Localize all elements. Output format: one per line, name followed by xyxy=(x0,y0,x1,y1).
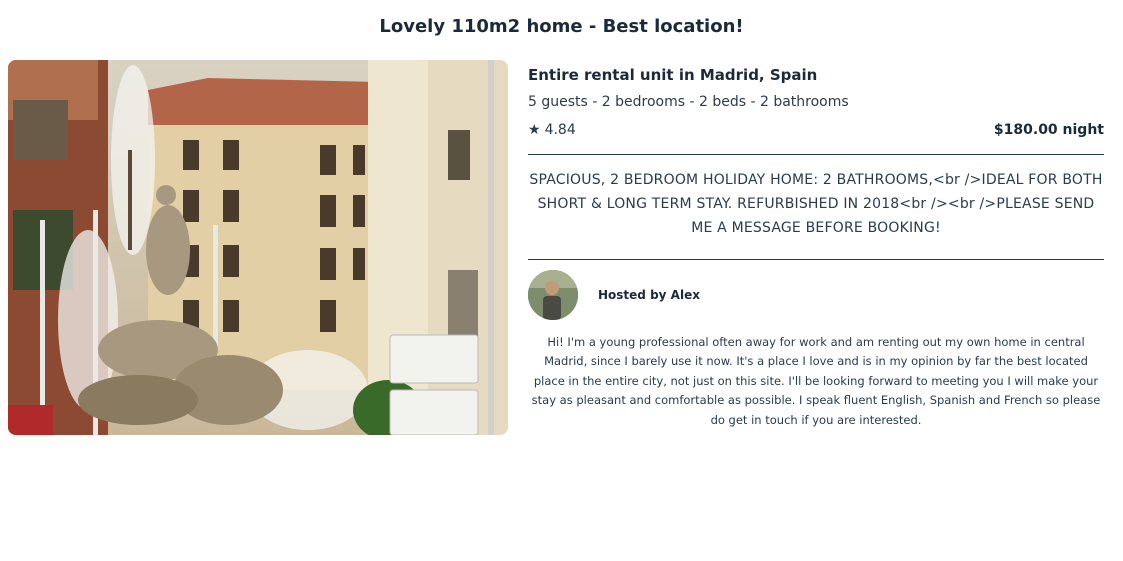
unit-specs: 5 guests - 2 bedrooms - 2 beds - 2 bathr… xyxy=(528,94,849,110)
host-name: Hosted by Alex xyxy=(598,288,700,302)
price: $180.00 night xyxy=(993,122,1104,138)
divider xyxy=(528,154,1104,155)
rating: ★ 4.84 xyxy=(528,122,576,138)
divider xyxy=(528,259,1104,260)
star-icon: ★ xyxy=(528,122,541,138)
host-about: Hi! I'm a young professional often away … xyxy=(531,335,1101,427)
listing-photo xyxy=(8,60,508,435)
host-avatar xyxy=(528,270,578,320)
unit-title: Entire rental unit in Madrid, Spain xyxy=(528,66,818,84)
listing-summary: SPACIOUS, 2 BEDROOM HOLIDAY HOME: 2 BATH… xyxy=(529,172,1103,236)
page-title: Lovely 110m2 home - Best location! xyxy=(379,16,744,37)
rating-value: 4.84 xyxy=(544,122,576,138)
